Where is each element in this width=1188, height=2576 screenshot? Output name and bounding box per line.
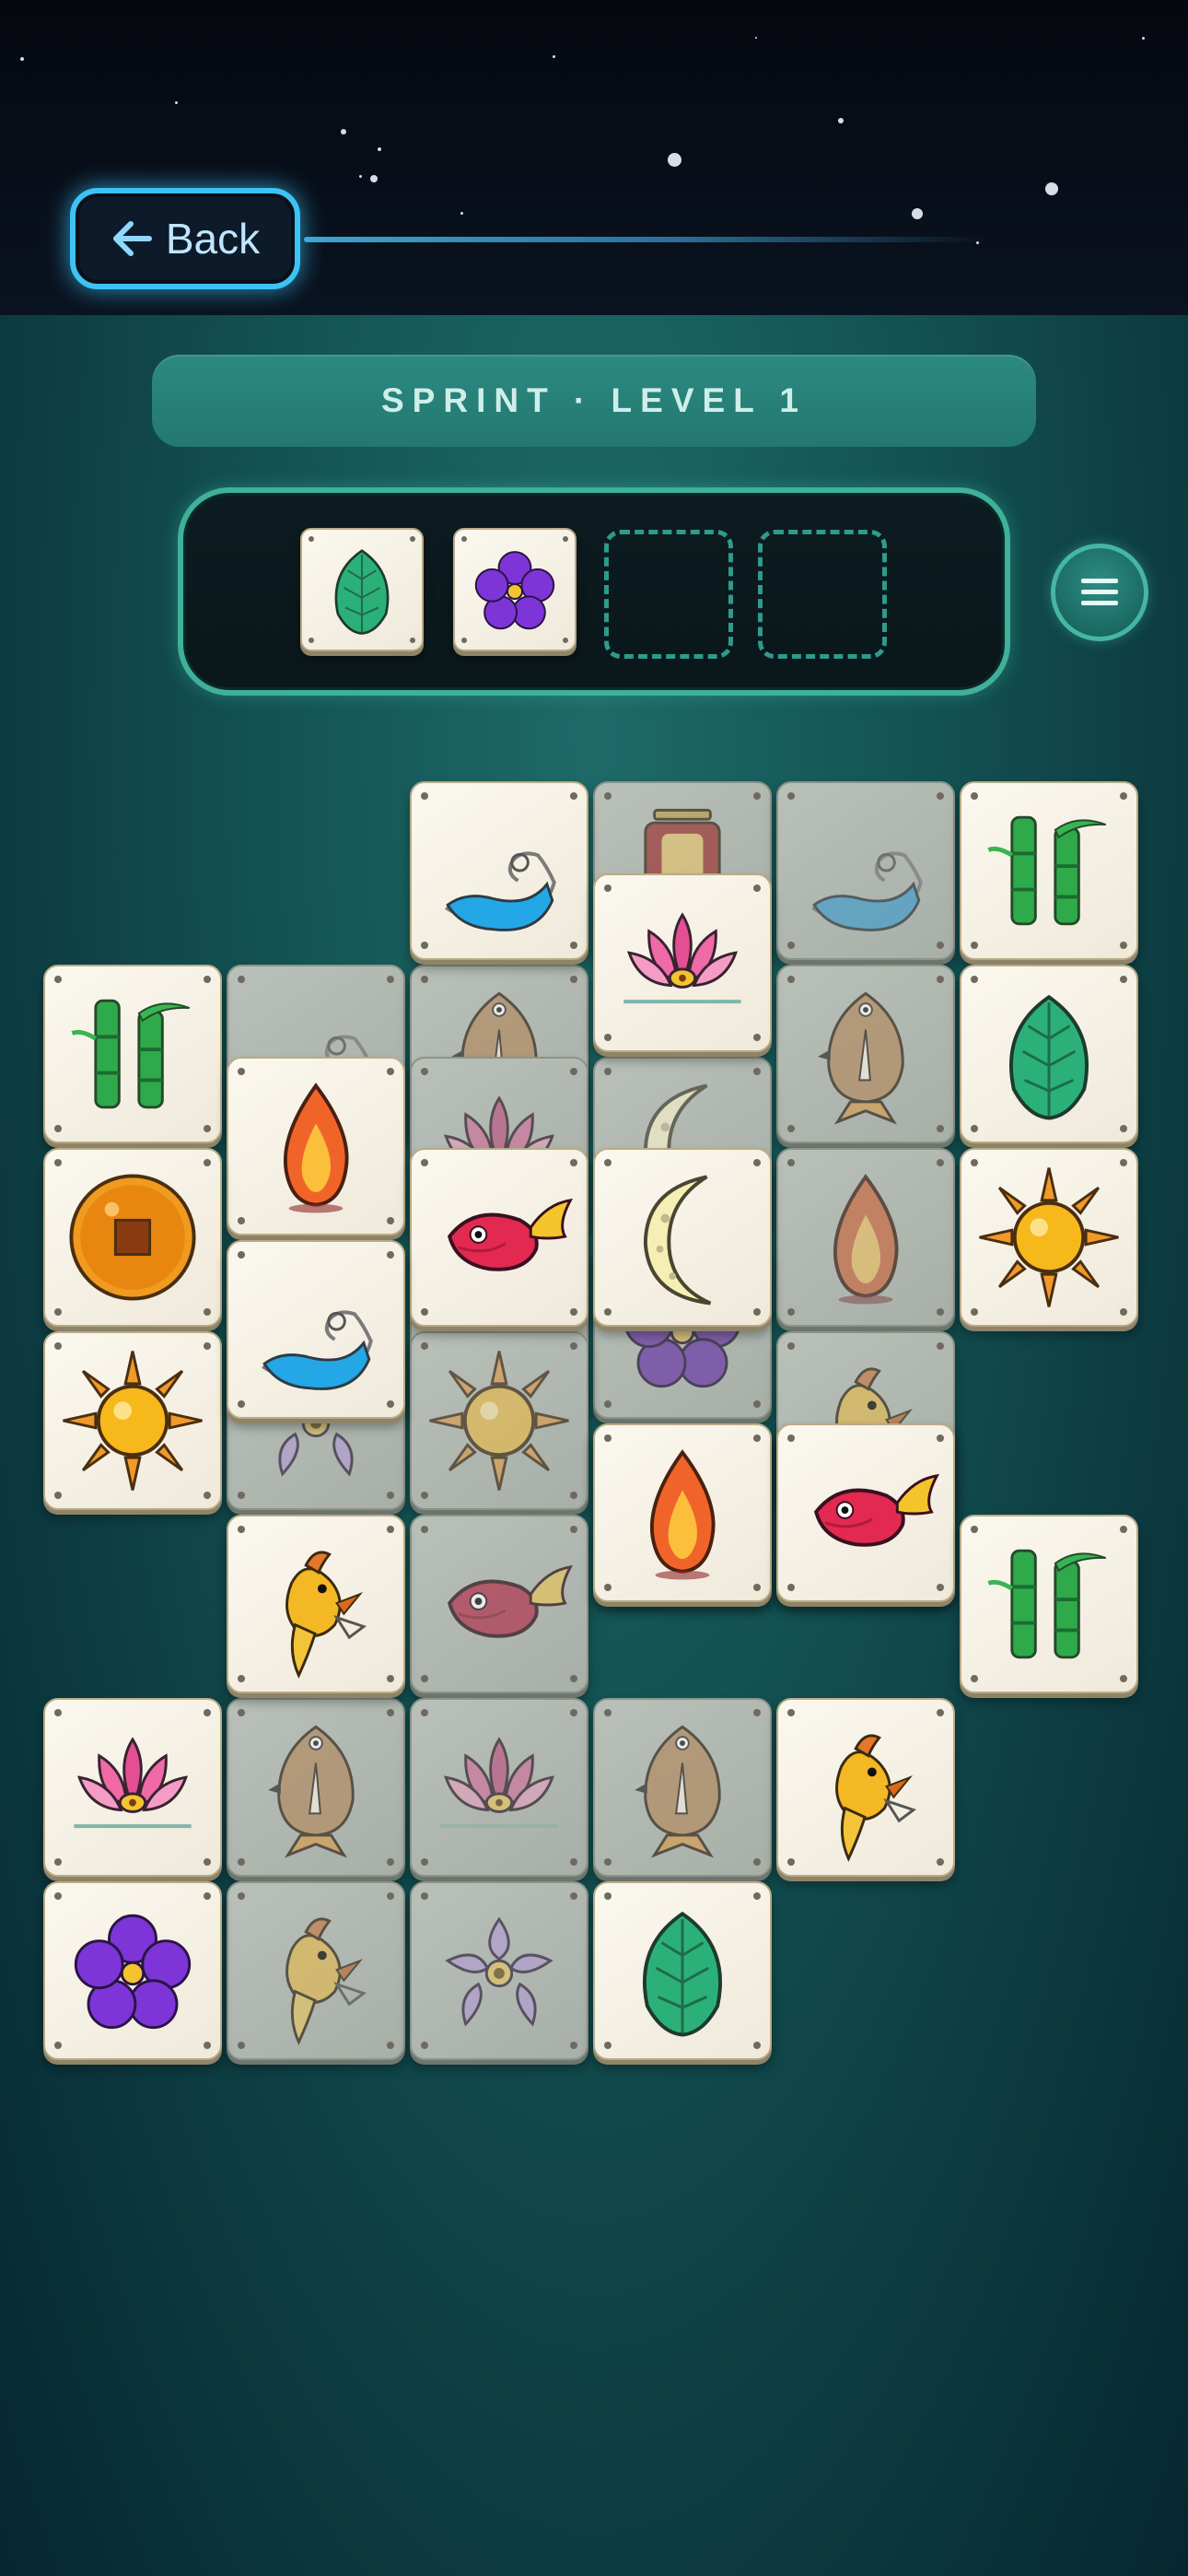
tile-sun: [410, 1331, 588, 1510]
tile-bird: [776, 965, 955, 1143]
tile-flame: [776, 1148, 955, 1327]
tile-flame[interactable]: [593, 1423, 772, 1602]
progress-line: [304, 237, 985, 242]
tile-lotus[interactable]: [593, 872, 772, 1052]
violet-flower-icon: [74, 1914, 192, 2030]
level-title: SPRINT · LEVEL 1: [381, 381, 807, 419]
leaf-icon: [1009, 994, 1089, 1120]
tile-leaf[interactable]: [593, 1881, 772, 2060]
tile-bird: [227, 1698, 405, 1877]
star: [341, 129, 346, 135]
tile-wave: [776, 781, 955, 960]
tray-empty-slot: [758, 530, 887, 659]
tile-leaf[interactable]: [960, 965, 1138, 1143]
tile-tray: [178, 487, 1010, 696]
moon-icon: [643, 1175, 712, 1306]
goldfish-icon: [813, 1473, 940, 1547]
tile-goldfish[interactable]: [410, 1148, 588, 1327]
sun-icon: [979, 1167, 1119, 1307]
star: [460, 212, 463, 215]
tile-canary[interactable]: [227, 1515, 405, 1693]
arrow-left-icon: [112, 221, 152, 256]
tile-bamboo[interactable]: [43, 965, 222, 1143]
star: [755, 37, 757, 39]
tile-goldfish[interactable]: [776, 1423, 955, 1602]
flame-icon: [650, 1448, 716, 1579]
star: [838, 118, 844, 123]
level-banner: SPRINT · LEVEL 1: [152, 355, 1036, 447]
star: [553, 55, 555, 58]
canary-icon: [835, 1734, 917, 1862]
wave-icon: [811, 851, 923, 931]
star: [1045, 182, 1058, 195]
lilac-flower-icon: [445, 1916, 553, 2027]
tile-flame[interactable]: [227, 1056, 405, 1235]
flame-icon: [284, 1082, 349, 1212]
tile-wave[interactable]: [410, 781, 588, 960]
canary-icon: [285, 1551, 367, 1679]
violet-flower-icon: [474, 551, 555, 630]
star: [668, 153, 681, 167]
leaf-icon: [334, 549, 390, 635]
tile-bamboo[interactable]: [960, 781, 1138, 960]
tile-moon[interactable]: [593, 1148, 772, 1327]
bird-icon: [818, 991, 904, 1125]
tile-sun[interactable]: [960, 1148, 1138, 1327]
tile-lilac-flower: [410, 1881, 588, 2060]
star: [1142, 37, 1145, 40]
bamboo-icon: [71, 999, 191, 1109]
tray-slot-tile: [453, 528, 577, 651]
bamboo-icon: [987, 815, 1107, 926]
sun-icon: [63, 1351, 203, 1491]
flame-icon: [833, 1174, 899, 1305]
hamburger-menu-icon: [1081, 579, 1118, 605]
lotus-icon: [623, 911, 741, 1003]
wave-icon: [262, 1309, 373, 1390]
tile-lotus: [410, 1698, 588, 1877]
menu-button[interactable]: [1051, 544, 1148, 641]
bird-icon: [268, 1725, 355, 1858]
wave-icon: [445, 851, 556, 931]
star: [359, 175, 362, 178]
tray-empty-slot: [604, 530, 733, 659]
tile-coin[interactable]: [43, 1148, 222, 1327]
tile-bird: [593, 1698, 772, 1877]
back-label: Back: [165, 215, 261, 263]
tile-canary: [227, 1881, 405, 2060]
coin-icon: [69, 1174, 196, 1301]
goldfish-icon: [447, 1198, 574, 1271]
lotus-icon: [440, 1737, 558, 1829]
star: [912, 208, 923, 219]
leaf-icon: [643, 1911, 722, 2037]
lotus-icon: [74, 1737, 192, 1829]
canary-icon: [285, 1917, 367, 2045]
tile-bamboo[interactable]: [960, 1515, 1138, 1693]
bird-icon: [635, 1725, 721, 1858]
tile-canary[interactable]: [776, 1698, 955, 1877]
tile-sun[interactable]: [43, 1331, 222, 1510]
tile-violet-flower[interactable]: [43, 1881, 222, 2060]
star: [175, 101, 178, 104]
tile-wave[interactable]: [227, 1239, 405, 1419]
star: [20, 57, 24, 61]
goldfish-icon: [447, 1564, 574, 1638]
back-button[interactable]: Back: [70, 188, 300, 289]
bamboo-icon: [987, 1549, 1107, 1659]
star: [378, 147, 381, 151]
tile-goldfish: [410, 1515, 588, 1693]
tile-lotus[interactable]: [43, 1698, 222, 1877]
sun-icon: [429, 1351, 569, 1491]
star: [370, 175, 378, 182]
top-bar: Back: [0, 0, 1188, 315]
tray-slot-tile: [300, 528, 424, 651]
